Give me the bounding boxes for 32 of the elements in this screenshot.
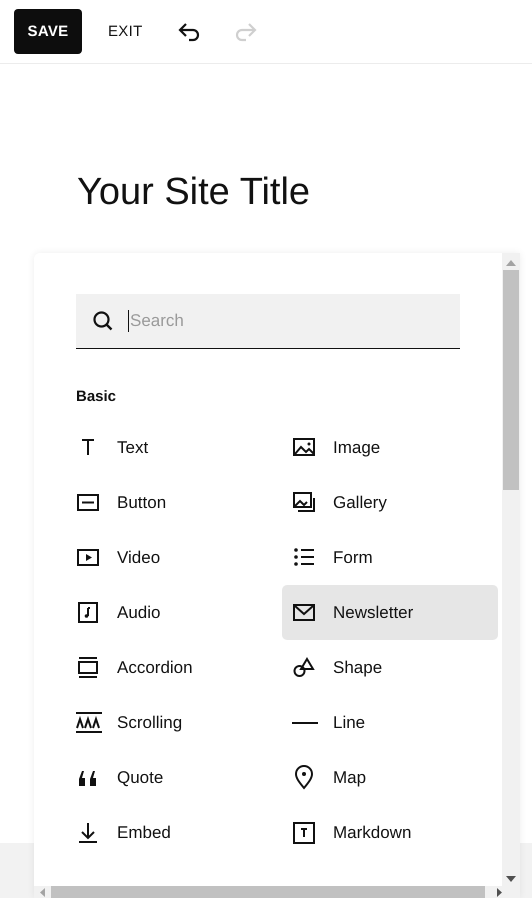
block-option[interactable]: Text	[66, 420, 282, 475]
block-option[interactable]: Audio	[66, 585, 282, 640]
block-option[interactable]: Newsletter	[282, 585, 498, 640]
block-option[interactable]: Button	[66, 475, 282, 530]
section-heading: Basic	[76, 388, 118, 406]
block-option[interactable]: Video	[66, 530, 282, 585]
search-bar[interactable]: Search	[76, 294, 460, 349]
exit-button[interactable]: EXIT	[100, 17, 151, 46]
scroll-left-icon[interactable]	[40, 888, 45, 896]
block-option[interactable]: Accordion	[66, 640, 282, 695]
search-icon	[92, 310, 114, 332]
site-title: Your Site Title	[76, 170, 312, 214]
block-option[interactable]: Shape	[282, 640, 498, 695]
block-option[interactable]: Embed	[66, 805, 282, 860]
gallery-block-icon	[292, 490, 318, 515]
markdown-block-icon	[292, 820, 318, 845]
search-field[interactable]: Search	[128, 310, 460, 332]
block-option[interactable]: Line	[282, 695, 498, 750]
block-option[interactable]: Image	[282, 420, 498, 475]
block-option[interactable]: Map	[282, 750, 498, 805]
block-option[interactable]: Quote	[66, 750, 282, 805]
block-option[interactable]: Scrolling	[66, 695, 282, 750]
scroll-down-icon[interactable]	[506, 876, 516, 882]
save-button[interactable]: SAVE	[14, 9, 82, 54]
block-option[interactable]: Gallery	[282, 475, 498, 530]
vertical-scrollbar[interactable]	[502, 253, 520, 886]
scroll-up-icon[interactable]	[506, 260, 516, 266]
line-block-icon	[292, 722, 318, 724]
block-option[interactable]: Markdown	[282, 805, 498, 860]
scrolling-block-icon	[76, 710, 102, 735]
block-option[interactable]: Form	[282, 530, 498, 585]
scrollbar-thumb[interactable]	[503, 270, 519, 490]
